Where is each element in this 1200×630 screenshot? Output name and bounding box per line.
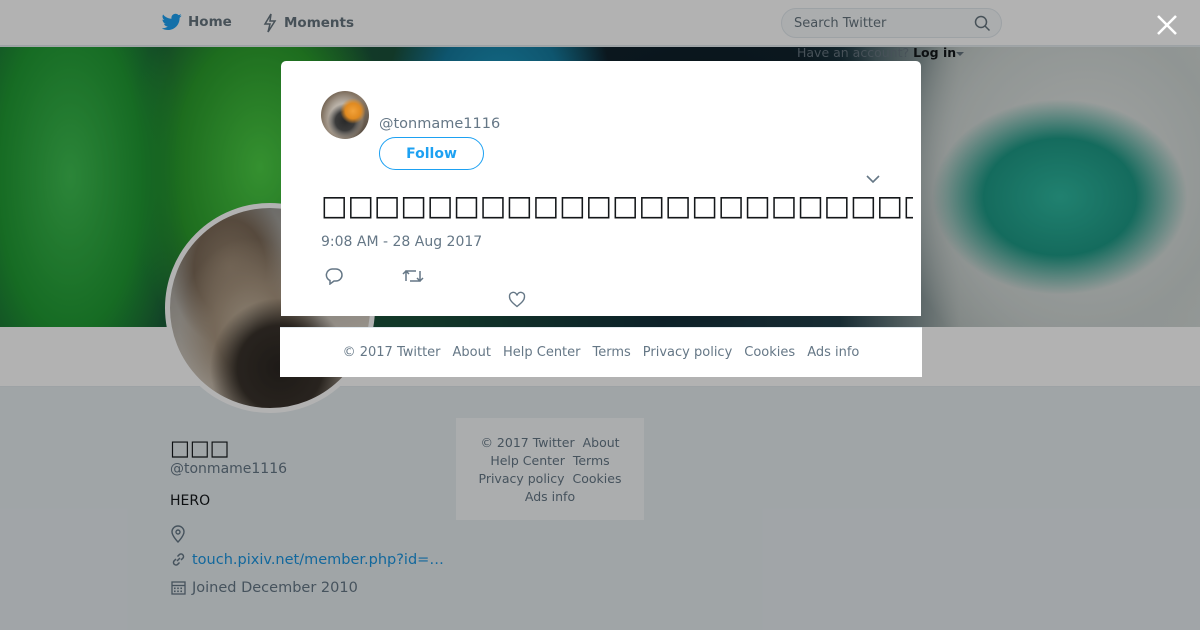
modal-footer-copyright: © 2017 Twitter <box>342 345 441 360</box>
tweet-author-avatar[interactable] <box>321 91 369 139</box>
modal-footer-cookies[interactable]: Cookies <box>744 345 795 360</box>
tweet-author-handle[interactable]: @tonmame1116 <box>379 116 500 132</box>
modal-footer-ads[interactable]: Ads info <box>807 345 859 360</box>
tweet-text: □□□□□□□□□□□□□□□□□□□□□□□□□□□□□□□□□□□□□□□□… <box>321 189 913 222</box>
chevron-down-icon[interactable] <box>865 173 881 185</box>
modal-footer-terms[interactable]: Terms <box>593 345 631 360</box>
tweet-modal: @tonmame1116 Follow □□□□□□□□□□□□□□□□□□□□… <box>281 61 921 316</box>
reply-icon[interactable] <box>324 267 344 285</box>
close-icon[interactable] <box>1154 12 1180 38</box>
retweet-icon[interactable] <box>402 267 424 285</box>
follow-button[interactable]: Follow <box>379 137 484 170</box>
tweet-timestamp[interactable]: 9:08 AM - 28 Aug 2017 <box>321 234 482 250</box>
modal-footer-help[interactable]: Help Center <box>503 345 581 360</box>
modal-footer-privacy[interactable]: Privacy policy <box>643 345 732 360</box>
modal-footer-about[interactable]: About <box>453 345 491 360</box>
like-icon[interactable] <box>508 291 526 308</box>
modal-footer: © 2017 Twitter About Help Center Terms P… <box>280 327 922 377</box>
